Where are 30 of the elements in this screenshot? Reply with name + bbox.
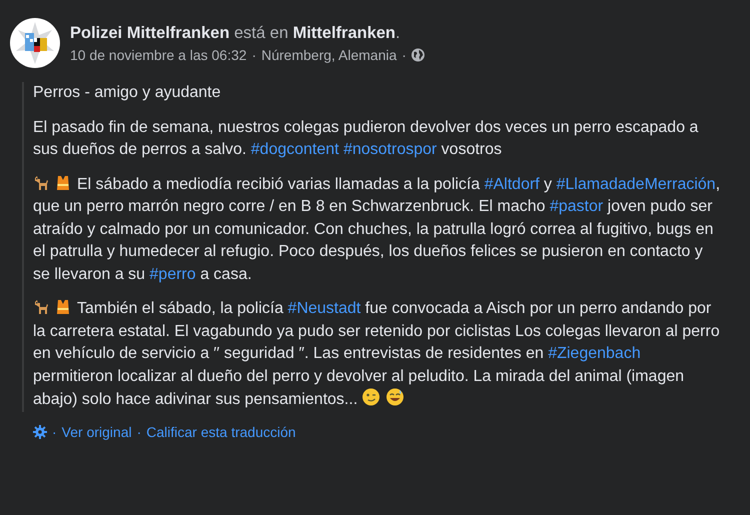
hashtag-link[interactable]: #dogcontent [250,141,339,158]
translation-link[interactable]: Calificar esta traducción [146,424,296,440]
separator: · [402,46,406,62]
settings-icon[interactable] [33,424,47,438]
post-title: Polizei Mittelfranken está en Mittelfranken. [70,24,402,42]
hashtag-link[interactable]: #Ziegenbach [548,345,641,362]
safety-vest-icon [55,299,71,315]
post-paragraph: El pasado fin de semana, nuestros colegas pudieron devolver dos veces un perro escapado a sus dueños de perros a salvo. #dogcontent #nosotrospor vosotros [33,118,700,160]
hashtag-link[interactable]: #nosotrospor [343,141,437,158]
police-badge-icon[interactable] [10,18,60,68]
translation-link[interactable]: Ver original [62,424,132,440]
hashtag-link[interactable]: #Altdorf [484,176,540,192]
safety-vest-icon [55,174,71,190]
separator: · [52,424,57,440]
globe-icon [411,48,426,62]
post-date[interactable]: 10 de noviembre a las 06:32 [70,46,247,62]
post-paragraph: También el sábado, la policía #Neustadt fue convocada a Aisch por un perro andando por la carretera estatal. El vagabundo ya pudo ser retenido por ciclistas Los colegas llevaron al perro en vehículo de servicio a ′′ seguridad ″. Las entrevistas de residentes en #Ziegenbach permitieron localizar al dueño del perro y devolver al peludito. La mirada del animal (imagen abajo) solo hace adivinar sus pensamientos... [33,298,721,410]
hashtag-link[interactable]: #perro [150,266,196,282]
hashtag-link[interactable]: #pastor [550,198,604,215]
sweat-smile-icon [386,388,404,406]
dog-icon [33,299,49,315]
hashtag-link[interactable]: #LlamadadeMerración [556,176,716,192]
separator: · [136,424,142,440]
location-label[interactable]: Núremberg, Alemania [261,46,397,62]
separator: · [252,46,256,62]
winking-face-icon [362,388,380,406]
dog-icon [33,174,49,190]
post-paragraph: Perros - amigo y ayudante [33,83,222,103]
post-paragraph: El sábado a mediodía recibió varias llamadas a la policía #Altdorf y #LlamadadeMerración, que un perro marrón negro corre / en B 8 en Schwarzenbruck. El macho #pastor joven pudo ser atraído y calmado por un comunicador. Con chuches, la patrulla logró correa al fugitivo, bugs en el patrulla y humedecer al refugio. Poco después, los dueños felices se pusieron en contacto y se llevaron a su #perro a casa. [33,174,722,284]
hashtag-link[interactable]: #Neustadt [288,300,361,317]
